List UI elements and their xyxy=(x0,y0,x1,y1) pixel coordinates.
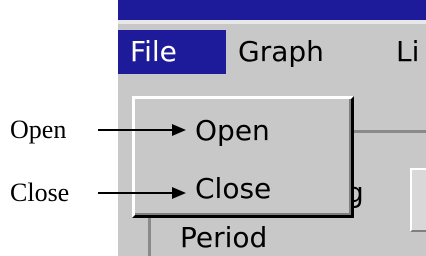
menu-file[interactable]: File xyxy=(118,30,226,74)
menu-graph[interactable]: Graph xyxy=(238,30,324,74)
menu-li[interactable]: Li xyxy=(396,30,419,74)
arrow-close-icon xyxy=(98,187,186,199)
menu-item-close[interactable]: Close xyxy=(195,169,271,209)
title-bar xyxy=(118,0,426,20)
arrow-open-icon xyxy=(98,124,186,136)
callout-close-label: Close xyxy=(10,178,70,207)
callout-open-label: Open xyxy=(10,115,67,144)
period-label: Period xyxy=(180,221,268,254)
background-control[interactable] xyxy=(410,168,426,232)
menu-item-open[interactable]: Open xyxy=(195,111,270,151)
